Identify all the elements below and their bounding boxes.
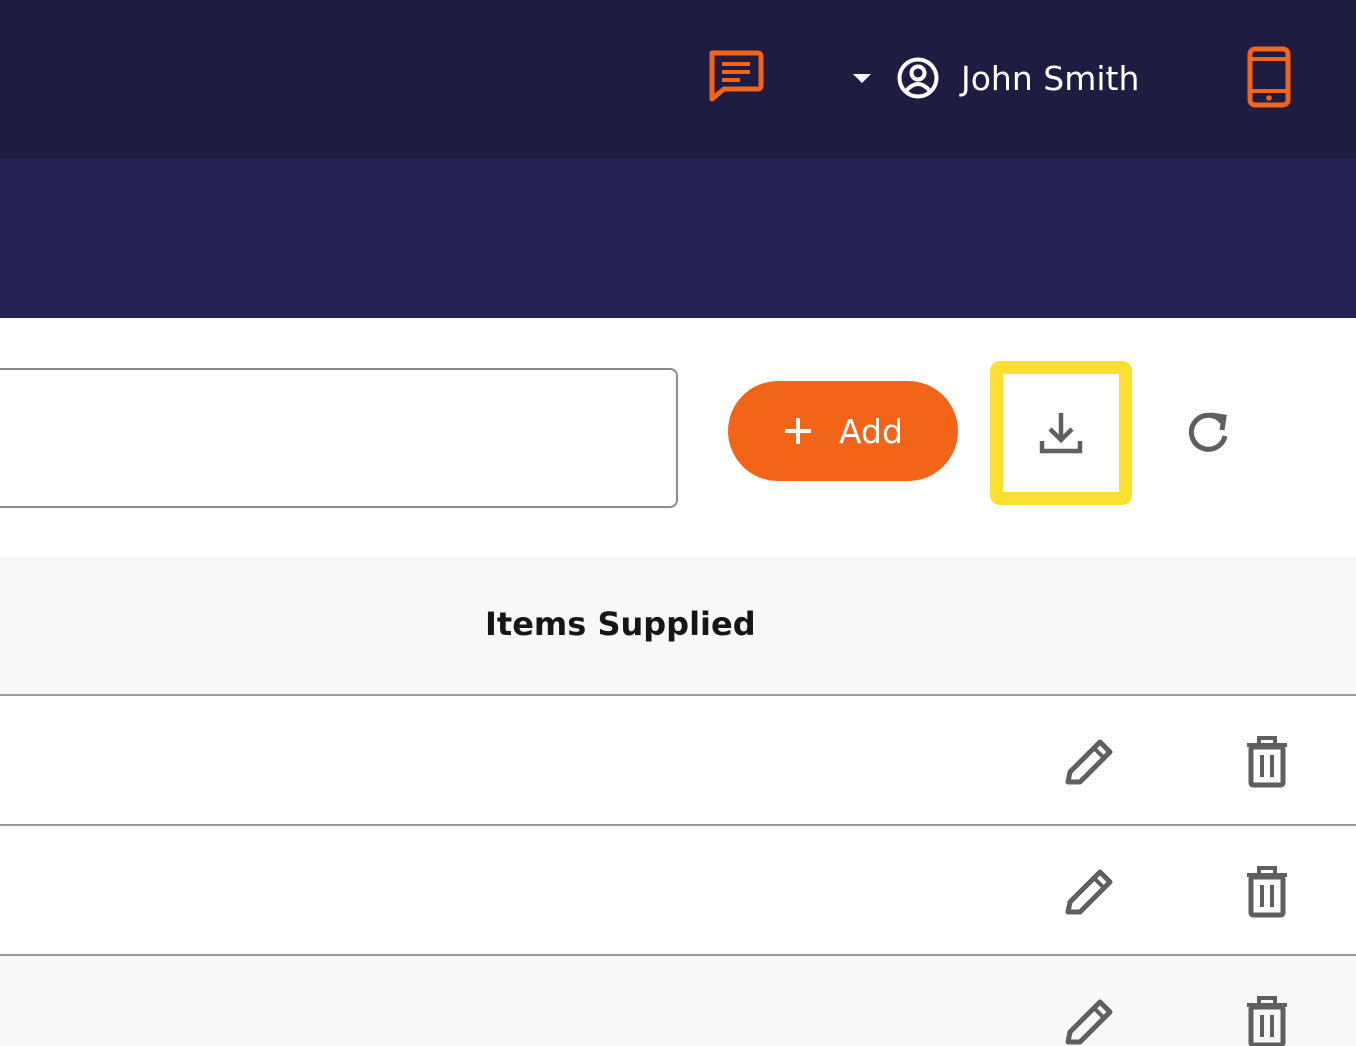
download-button[interactable] <box>990 361 1132 505</box>
chat-icon[interactable] <box>706 48 764 102</box>
page: John Smith Add ne Items Supplied <box>0 0 1356 1046</box>
pencil-icon[interactable] <box>1060 996 1116 1046</box>
refresh-icon <box>1188 412 1228 452</box>
top-header-bar: John Smith <box>0 0 1356 158</box>
trash-icon[interactable] <box>1243 736 1291 788</box>
page-banner <box>0 158 1356 318</box>
mobile-phone-icon[interactable] <box>1246 46 1292 108</box>
plus-icon <box>785 418 812 444</box>
chevron-down-icon[interactable] <box>851 70 873 86</box>
pencil-icon[interactable] <box>1060 736 1116 790</box>
user-name[interactable]: John Smith <box>961 58 1139 100</box>
trash-icon[interactable] <box>1243 866 1291 918</box>
refresh-button[interactable] <box>1180 404 1236 460</box>
pencil-icon[interactable] <box>1060 866 1116 920</box>
trash-icon[interactable] <box>1243 996 1291 1046</box>
column-header-items-supplied[interactable]: Items Supplied <box>485 605 756 643</box>
add-button[interactable]: Add <box>728 381 958 481</box>
download-icon <box>1039 413 1083 454</box>
table-header: ne Items Supplied <box>0 557 1356 696</box>
table-row <box>0 956 1356 1046</box>
table-row <box>0 826 1356 956</box>
user-circle-icon <box>897 57 939 99</box>
add-button-label: Add <box>839 411 903 451</box>
search-input[interactable] <box>0 368 678 508</box>
table-row <box>0 696 1356 826</box>
